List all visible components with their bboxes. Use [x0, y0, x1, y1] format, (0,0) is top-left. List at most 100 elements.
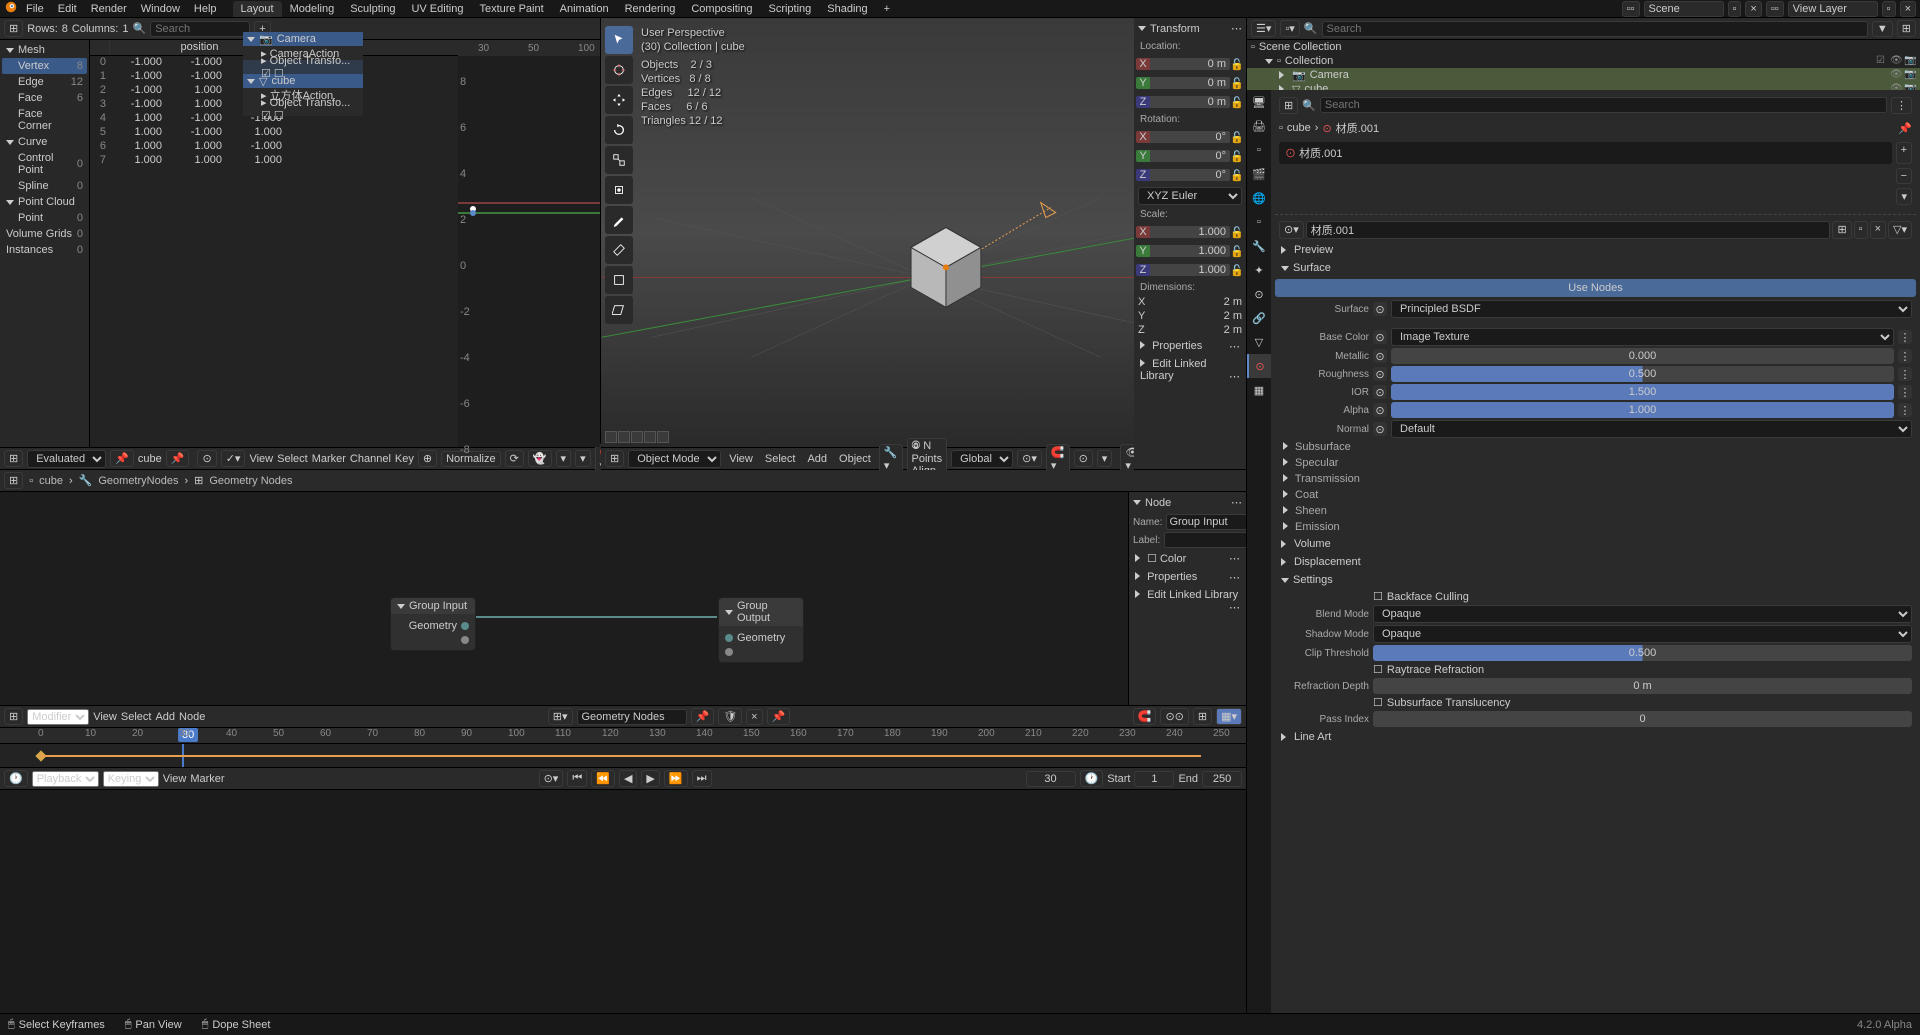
- loc-z[interactable]: 0 m: [1150, 96, 1230, 108]
- gn-overlay-icon[interactable]: ⊙⊙: [1160, 708, 1188, 725]
- corner-btn-3[interactable]: [631, 431, 643, 443]
- alpha-link-icon[interactable]: ⊙: [1373, 403, 1387, 417]
- rot-y[interactable]: 0°: [1150, 150, 1230, 162]
- scl-x-lock[interactable]: 🔓: [1230, 226, 1244, 239]
- corner-btn-1[interactable]: [605, 431, 617, 443]
- preview-range-icon[interactable]: 🕐: [1080, 770, 1104, 787]
- pin-tree-icon[interactable]: 📌: [691, 708, 715, 725]
- rot-x[interactable]: 0°: [1150, 131, 1230, 143]
- tl-view-menu[interactable]: View: [163, 773, 187, 785]
- gn-edit-linked[interactable]: Edit Linked Library⋯: [1129, 586, 1246, 604]
- subsection-sheen[interactable]: Sheen: [1275, 503, 1916, 519]
- hier-camera[interactable]: 📷 Camera: [243, 32, 363, 46]
- panel-options-icon[interactable]: ⋯: [1231, 22, 1242, 35]
- editor-type-icon-gn[interactable]: ⊞: [4, 472, 23, 489]
- gn-color-panel[interactable]: ☐ Color⋯: [1129, 549, 1246, 568]
- alpha-opts[interactable]: ⋮: [1898, 403, 1912, 417]
- normalize-button[interactable]: Normalize: [441, 451, 501, 467]
- graph-area[interactable]: 86420-2-4-6-8 3050100150200: [458, 56, 600, 447]
- tree-face[interactable]: Face6: [2, 90, 87, 106]
- data-row[interactable]: 51.000-1.0001.000: [90, 126, 290, 140]
- tree-volume-grids[interactable]: Volume Grids0: [2, 226, 87, 242]
- menu-window[interactable]: Window: [135, 1, 186, 17]
- prop-options-icon[interactable]: ⋮: [1891, 97, 1912, 114]
- transform-tool[interactable]: [605, 176, 633, 204]
- use-nodes-button[interactable]: Use Nodes: [1275, 279, 1916, 297]
- np-properties[interactable]: Properties ⋯: [1134, 337, 1246, 355]
- shear-tool[interactable]: [605, 296, 633, 324]
- timeline-body[interactable]: [0, 744, 1246, 768]
- move-tool[interactable]: [605, 86, 633, 114]
- tab-particle[interactable]: ✦: [1247, 258, 1271, 282]
- select-tool[interactable]: [605, 26, 633, 54]
- vp-select-menu[interactable]: Select: [761, 451, 800, 467]
- annotate-tool[interactable]: [605, 206, 633, 234]
- tab-data[interactable]: ▽: [1247, 330, 1271, 354]
- collection-row[interactable]: ▫ Collection ☑👁📷: [1247, 54, 1920, 68]
- tab-compositing[interactable]: Compositing: [683, 1, 760, 17]
- settings-panel[interactable]: Settings: [1275, 571, 1916, 589]
- scene-del-button[interactable]: ×: [1745, 1, 1761, 17]
- rot-y-lock[interactable]: 🔓: [1230, 150, 1244, 163]
- scl-z[interactable]: 1.000: [1150, 264, 1230, 276]
- tab-scene[interactable]: 🎬: [1247, 162, 1271, 186]
- prop-type-icon[interactable]: ▾: [1097, 450, 1113, 467]
- subsection-subsurface[interactable]: Subsurface: [1275, 439, 1916, 455]
- select-menu[interactable]: Select: [277, 453, 308, 465]
- editor-type-tl[interactable]: 🕐: [4, 770, 28, 787]
- data-row[interactable]: 61.0001.000-1.000: [90, 140, 290, 154]
- tree-curve[interactable]: Curve: [2, 134, 87, 150]
- tree-point-cloud[interactable]: Point Cloud: [2, 194, 87, 210]
- filter-2-icon[interactable]: ▾: [575, 450, 591, 467]
- rotate-tool[interactable]: [605, 116, 633, 144]
- loc-x[interactable]: 0 m: [1150, 58, 1230, 70]
- roughness-link-icon[interactable]: ⊙: [1373, 367, 1387, 381]
- tab-output[interactable]: 🖨: [1247, 114, 1271, 138]
- node-canvas[interactable]: Group Input Geometry Group Output Geomet…: [0, 492, 1228, 705]
- hier-obj-trans-2[interactable]: ▸ Object Transfo... ☑ ☐: [243, 102, 363, 116]
- add-tool[interactable]: [605, 266, 633, 294]
- gn-select-menu[interactable]: Select: [121, 711, 152, 723]
- mat-node-icon[interactable]: ▽▾: [1888, 221, 1912, 239]
- material-slot[interactable]: ⊙ 材质.001: [1279, 142, 1892, 164]
- display-mode-icon[interactable]: ▫▾: [1280, 20, 1299, 37]
- render-icon[interactable]: 📷: [1904, 55, 1916, 67]
- alpha-value[interactable]: 1.000: [1391, 402, 1894, 418]
- hide-icon[interactable]: 👁: [1890, 69, 1902, 81]
- volume-panel[interactable]: Volume: [1275, 535, 1916, 553]
- viewlayer-browse-icon[interactable]: ▫▫: [1766, 1, 1784, 17]
- mat-copy-icon[interactable]: ▫: [1854, 221, 1868, 239]
- measure-tool[interactable]: [605, 236, 633, 264]
- prop-search[interactable]: [1320, 97, 1887, 113]
- tab-sculpting[interactable]: Sculpting: [342, 1, 403, 17]
- snap-toggle-icon[interactable]: 🧲▾: [1046, 444, 1070, 474]
- mat-del-icon[interactable]: ×: [1870, 221, 1886, 239]
- tab-add[interactable]: +: [876, 1, 898, 17]
- tab-constraint[interactable]: 🔗: [1247, 306, 1271, 330]
- rot-z[interactable]: 0°: [1150, 169, 1230, 181]
- blend-mode[interactable]: Opaque: [1373, 605, 1912, 623]
- tab-modeling[interactable]: Modeling: [282, 1, 343, 17]
- tab-object[interactable]: ▫: [1247, 210, 1271, 234]
- menu-help[interactable]: Help: [188, 1, 223, 17]
- mat-name-input[interactable]: [1306, 221, 1831, 239]
- loc-y[interactable]: 0 m: [1150, 77, 1230, 89]
- tree-point[interactable]: Point0: [2, 210, 87, 226]
- object-crumb[interactable]: cube: [138, 453, 162, 465]
- metallic-link-icon[interactable]: ⊙: [1373, 349, 1387, 363]
- subsection-emission[interactable]: Emission: [1275, 519, 1916, 535]
- viewlayer-input[interactable]: [1788, 1, 1878, 17]
- sss-checkbox[interactable]: ☐: [1373, 696, 1383, 709]
- loc-y-lock[interactable]: 🔓: [1230, 77, 1244, 90]
- hide-icon[interactable]: 👁: [1890, 55, 1902, 67]
- tab-physics[interactable]: ⊙: [1247, 282, 1271, 306]
- vp-object-menu[interactable]: Object: [835, 451, 875, 467]
- mat-new-icon[interactable]: ⊞: [1832, 221, 1851, 239]
- editor-type-icon[interactable]: ⊞: [4, 20, 23, 37]
- play-icon[interactable]: ▶: [641, 770, 659, 787]
- tab-material[interactable]: ⊙: [1247, 354, 1271, 378]
- evaluated-dropdown[interactable]: Evaluated: [27, 450, 106, 468]
- rotation-mode[interactable]: XYZ Euler: [1138, 187, 1242, 205]
- scale-tool[interactable]: [605, 146, 633, 174]
- modifier-select[interactable]: Modifier: [27, 709, 89, 725]
